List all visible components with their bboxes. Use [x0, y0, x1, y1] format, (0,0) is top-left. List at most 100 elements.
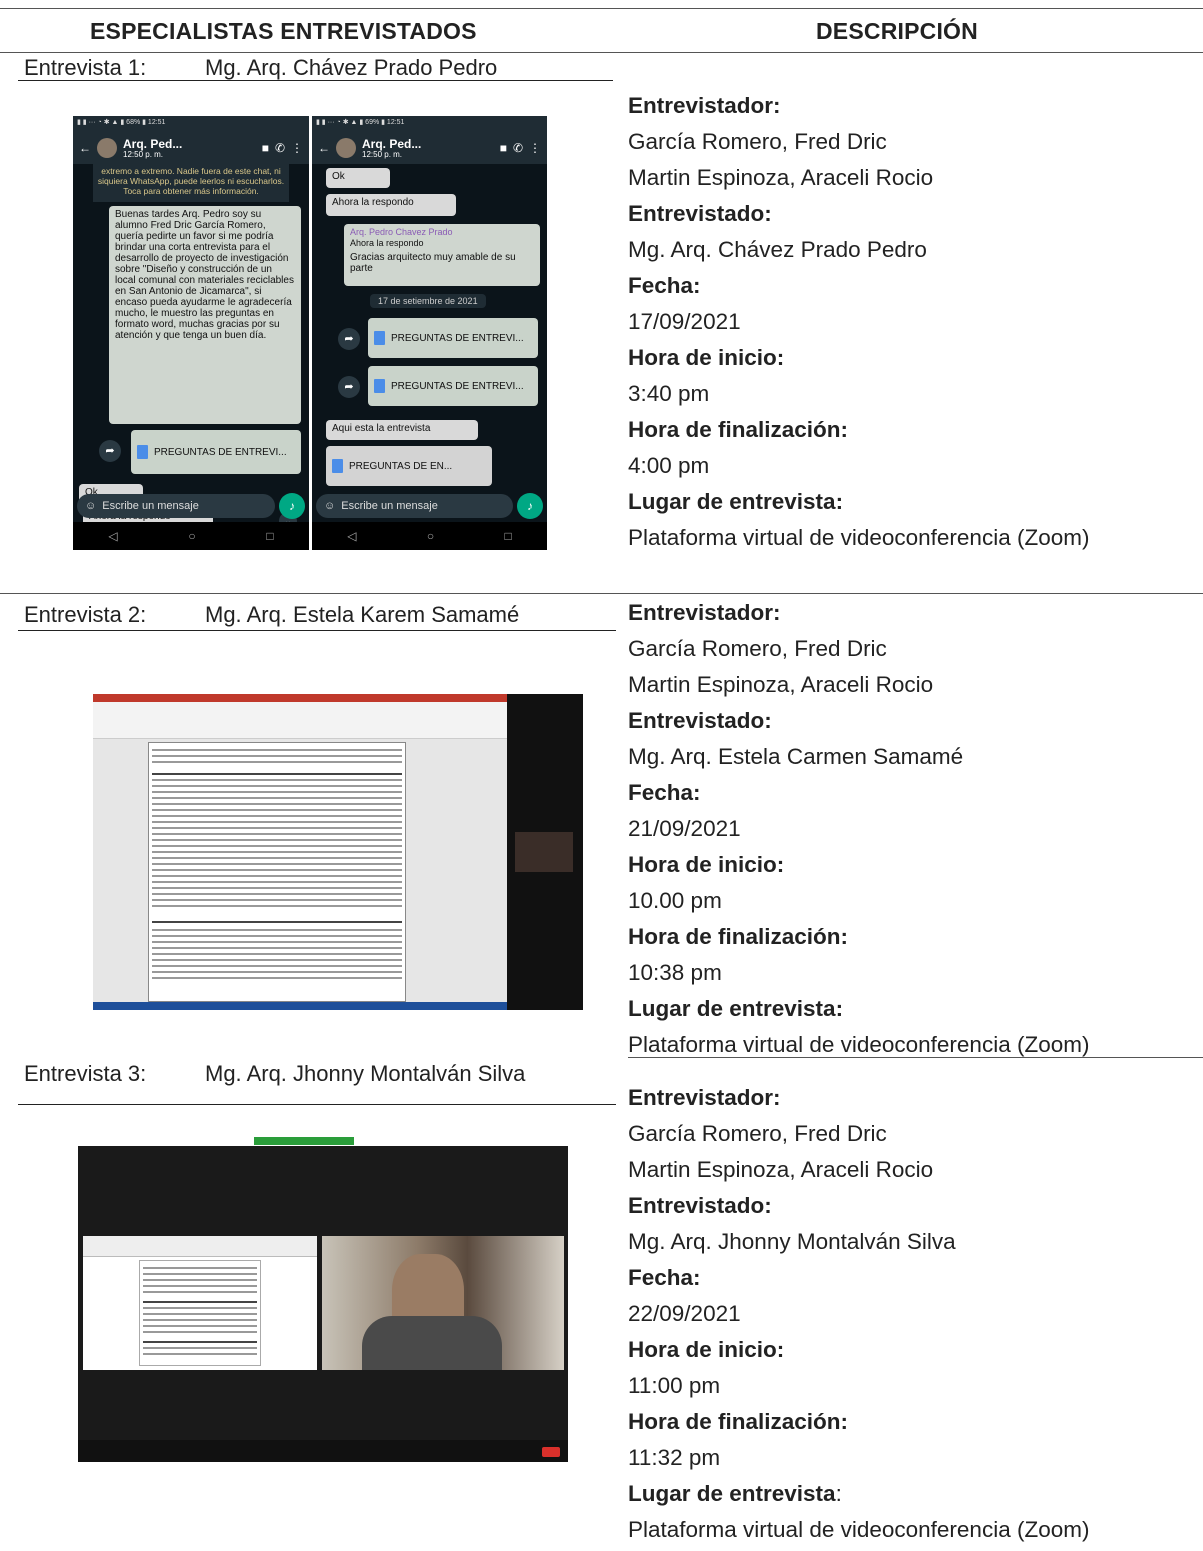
start-label: Hora de inicio:	[628, 1337, 785, 1362]
interviewer-1: García Romero, Fred Dric	[628, 129, 887, 154]
whatsapp-screenshot-1: ▮ ▮ ··· ◔ ✱ ▲ ▮ 68% ▮ 12:51 ← Arq. Ped..…	[73, 116, 309, 550]
encryption-notice: extremo a extremo. Nadie fuera de este c…	[93, 164, 289, 202]
here-message: Aqui esta la entrevista	[326, 420, 478, 440]
contact-time: 12:50 p. m.	[362, 149, 403, 159]
shared-screen	[83, 1236, 317, 1370]
end-value: 10:38 pm	[628, 960, 722, 985]
phone-icon: ✆	[274, 141, 285, 155]
contact-name: Arq. Ped...	[362, 136, 422, 151]
phone-status-bar: ▮ ▮ ··· ◔ ✱ ▲ ▮ 69% ▮ 12:51	[312, 116, 547, 132]
end-label: Hora de finalización:	[628, 924, 849, 949]
interviewer-2: Martin Espinoza, Araceli Rocio	[628, 165, 934, 190]
quote-text: Ahora la respondo	[350, 238, 424, 248]
place-colon: :	[835, 1481, 842, 1506]
message-input: ☺ Escribe un mensaje	[316, 494, 513, 518]
end-label: Hora de finalización:	[628, 417, 849, 442]
chat-body: extremo a extremo. Nadie fuera de este c…	[73, 164, 309, 530]
place-label: Lugar de entrevista	[628, 1481, 836, 1506]
message-composer: ☺ Escribe un mensaje ♪	[316, 493, 543, 519]
interviewee-label: Entrevistado:	[628, 1193, 772, 1218]
start-label: Hora de inicio:	[628, 852, 785, 877]
forward-icon: ➦	[338, 376, 360, 398]
chat-header: ← Arq. Ped... 12:50 p. m. ■ ✆ ⋮	[312, 132, 547, 164]
interview-1-name: Mg. Arq. Chávez Prado Pedro	[205, 55, 498, 80]
phone-icon: ✆	[512, 141, 523, 155]
participant-thumbnail	[515, 832, 573, 872]
interviewer-label: Entrevistador:	[628, 93, 781, 118]
thanks-text: Gracias arquitecto muy amable de su part…	[350, 252, 516, 274]
doc-attachment: PREGUNTAS DE ENTREVI...	[368, 366, 538, 406]
mic-icon: ♪	[517, 493, 543, 519]
interviewer-2: Martin Espinoza, Araceli Rocio	[628, 672, 934, 697]
row-rule-1	[0, 593, 1203, 594]
date-value: 21/09/2021	[628, 816, 741, 841]
date-value: 17/09/2021	[628, 309, 741, 334]
android-navbar: ◁ ○ □	[312, 522, 547, 550]
doc-attachment: PREGUNTAS DE ENTREVI...	[368, 318, 538, 358]
shared-page	[139, 1260, 261, 1366]
interviewer-label: Entrevistador:	[628, 1085, 781, 1110]
chat-body: Ok Ahora la respondo Arq. Pedro Chavez P…	[312, 164, 547, 490]
start-label: Hora de inicio:	[628, 345, 785, 370]
avatar	[97, 138, 117, 158]
interviewee: Mg. Arq. Estela Carmen Samamé	[628, 744, 964, 769]
end-value: 4:00 pm	[628, 453, 710, 478]
home-icon: ○	[188, 529, 196, 543]
ok-message: Ok	[326, 168, 390, 188]
forward-icon: ➦	[99, 440, 121, 462]
word-titlebar	[93, 694, 507, 702]
interview-3-title: Entrevista 3: Mg. Arq. Jhonny Montalván S…	[24, 1061, 525, 1087]
interviewee-label: Entrevistado:	[628, 201, 772, 226]
interview-3-underline	[18, 1104, 616, 1105]
date-label: Fecha:	[628, 273, 701, 298]
start-value: 11:00 pm	[628, 1373, 721, 1398]
participant-body	[362, 1316, 502, 1370]
android-navbar: ◁ ○ □	[73, 522, 309, 550]
long-message: Buenas tardes Arq. Pedro soy su alumno F…	[109, 206, 301, 424]
interview-2-label: Entrevista 2:	[24, 602, 147, 627]
interview-1-description: Entrevistador: García Romero, Fred Dric …	[628, 88, 1089, 556]
place-label-row: Lugar de entrevista:	[628, 1476, 1089, 1512]
word-ribbon	[93, 694, 507, 739]
back-arrow-icon: ←	[318, 141, 330, 155]
start-value: 10.00 pm	[628, 888, 722, 913]
interview-2-underline	[18, 630, 616, 631]
zoom-toolbar	[78, 1440, 568, 1462]
document-icon	[137, 445, 148, 459]
start-value: 3:40 pm	[628, 381, 710, 406]
header-specialists: ESPECIALISTAS ENTREVISTADOS	[90, 18, 477, 44]
recents-icon: □	[266, 529, 274, 543]
avatar	[336, 138, 356, 158]
contact-time: 12:50 p. m.	[123, 149, 164, 159]
video-icon: ■	[499, 141, 507, 155]
document-icon	[332, 459, 343, 473]
document-icon	[374, 331, 385, 345]
share-banner	[254, 1137, 354, 1145]
recents-icon: □	[504, 529, 512, 543]
place-value: Plataforma virtual de videoconferencia (…	[628, 1517, 1090, 1542]
header-description: DESCRIPCIÓN	[816, 18, 978, 44]
interview-2-name: Mg. Arq. Estela Karem Samamé	[205, 602, 520, 627]
document-icon	[374, 379, 385, 393]
date-chip: 17 de setiembre de 2021	[370, 294, 486, 308]
doc-attachment: PREGUNTAS DE EN...	[326, 446, 492, 486]
date-value: 22/09/2021	[628, 1301, 741, 1326]
end-label: Hora de finalización:	[628, 1409, 849, 1434]
interview-1-title: Entrevista 1: Mg. Arq. Chávez Prado Pedro	[24, 55, 497, 81]
back-arrow-icon: ←	[79, 141, 91, 155]
home-icon: ○	[426, 529, 435, 543]
interview-3-description: Entrevistador: García Romero, Fred Dric …	[628, 1080, 1089, 1548]
word-screenshot-2	[93, 694, 583, 1010]
emoji-icon: ☺	[324, 500, 336, 512]
interviewee-label: Entrevistado:	[628, 708, 772, 733]
interviewer-2: Martin Espinoza, Araceli Rocio	[628, 1157, 934, 1182]
more-icon: ⋮	[291, 141, 303, 155]
back-icon: ◁	[347, 529, 357, 543]
top-rule	[0, 8, 1203, 9]
back-icon: ◁	[108, 529, 118, 543]
quote-author: Arq. Pedro Chavez Prado	[350, 227, 453, 237]
message-composer: ☺ Escribe un mensaje ♪	[77, 493, 305, 519]
participant-video	[322, 1236, 564, 1370]
interview-1-underline	[18, 80, 613, 81]
interviewee: Mg. Arq. Jhonny Montalván Silva	[628, 1229, 956, 1254]
